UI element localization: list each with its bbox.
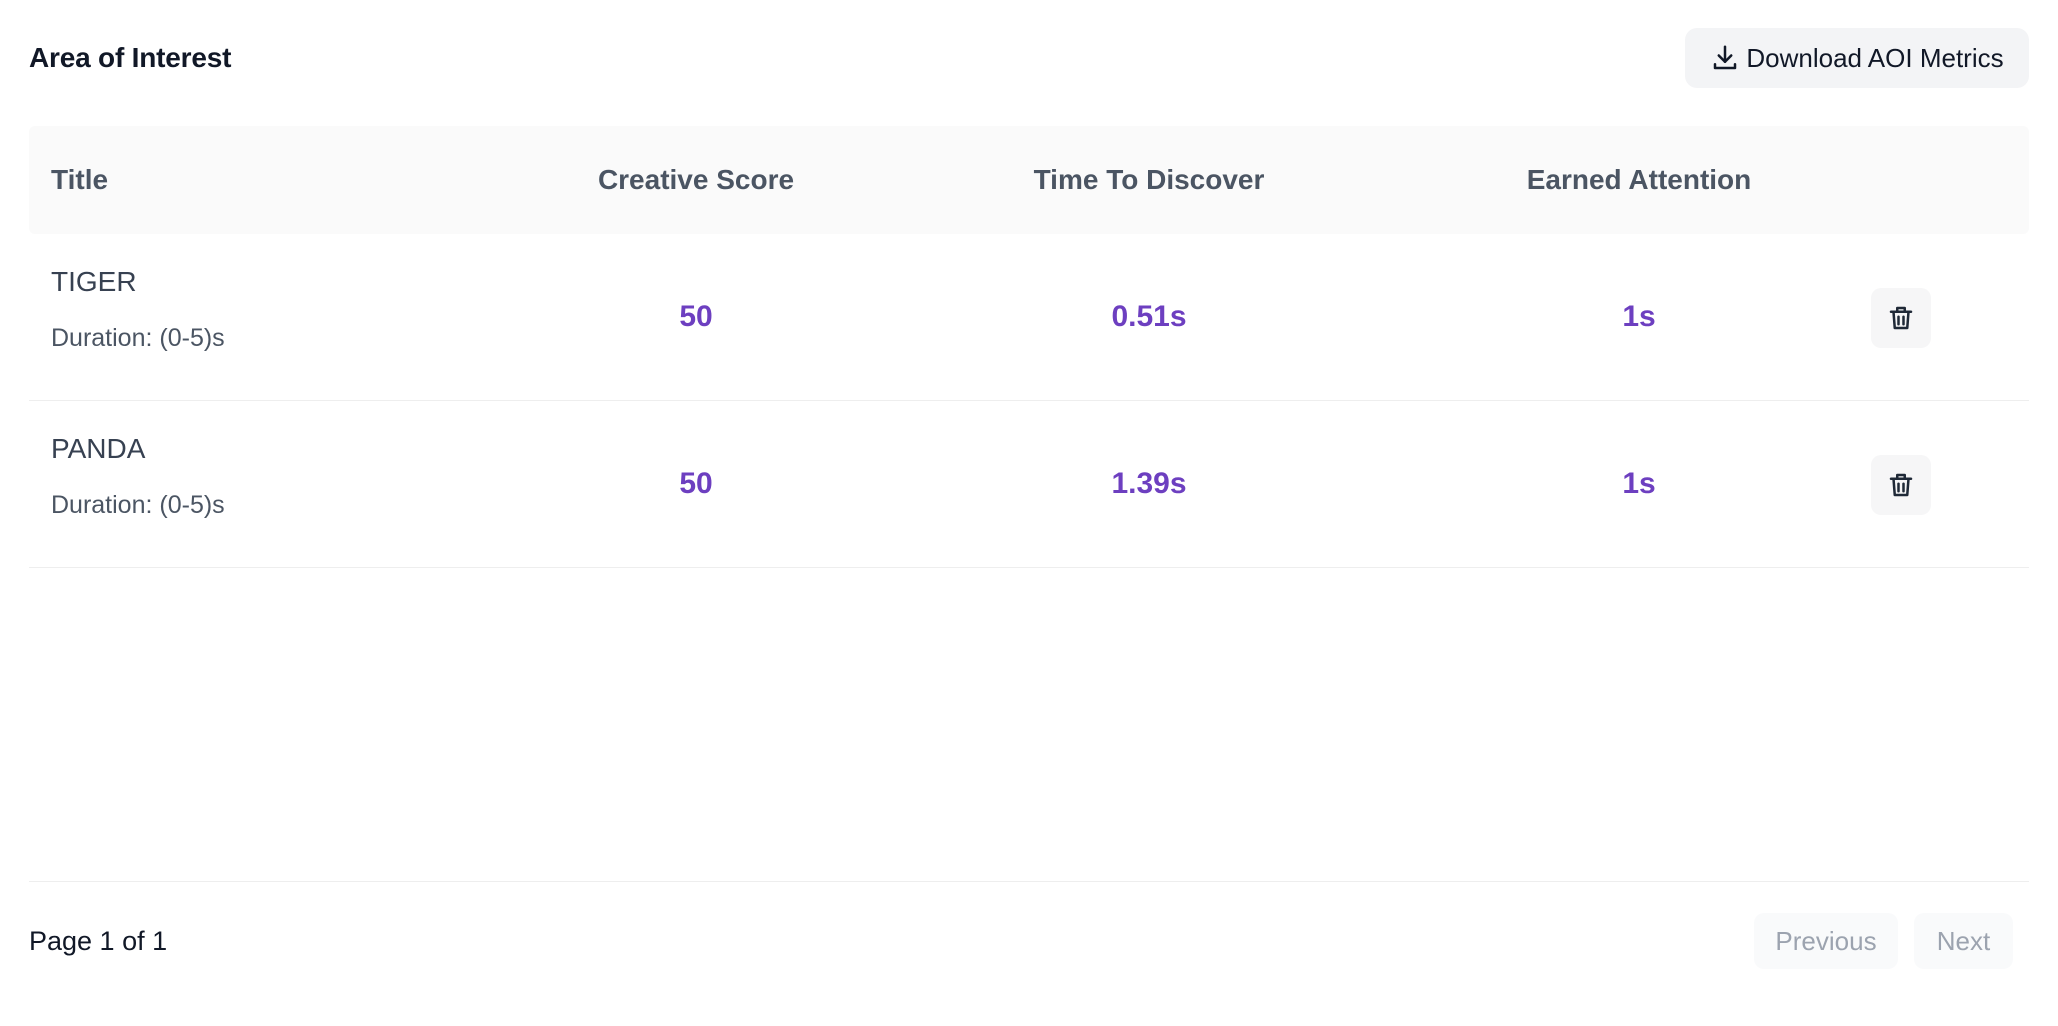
aoi-table: Title Creative Score Time To Discover Ea… — [29, 126, 2029, 568]
column-header-title: Title — [51, 164, 109, 195]
column-header-earned-attention: Earned Attention — [1526, 164, 1752, 195]
pagination-footer: Page 1 of 1 Previous Next — [29, 881, 2029, 1002]
row-title: PANDA — [51, 433, 146, 464]
time-to-discover-value: 0.51s — [1111, 300, 1187, 333]
page-title: Area of Interest — [29, 42, 232, 73]
page-indicator: Page 1 of 1 — [29, 926, 168, 956]
time-to-discover-value: 1.39s — [1111, 467, 1187, 500]
column-header-time-to-discover: Time To Discover — [1033, 164, 1265, 195]
download-icon — [1710, 43, 1740, 73]
table-row: TIGER Duration: (0-5)s 50 0.51s 1s — [29, 234, 2029, 401]
delete-row-button[interactable] — [1871, 288, 1931, 348]
download-aoi-metrics-button[interactable]: Download AOI Metrics — [1685, 28, 2029, 88]
column-header-creative-score: Creative Score — [597, 164, 795, 195]
aoi-panel: Area of Interest Download AOI Metrics Ti… — [29, 0, 2029, 1026]
trash-icon — [1886, 303, 1916, 333]
row-duration: Duration: (0-5)s — [51, 491, 225, 519]
row-title: TIGER — [51, 266, 137, 297]
previous-page-button[interactable]: Previous — [1754, 913, 1898, 969]
table-header: Title Creative Score Time To Discover Ea… — [29, 126, 2029, 234]
download-button-label: Download AOI Metrics — [1746, 42, 2004, 73]
row-duration: Duration: (0-5)s — [51, 324, 225, 352]
delete-row-button[interactable] — [1871, 455, 1931, 515]
earned-attention-value: 1s — [1622, 300, 1656, 333]
trash-icon — [1886, 470, 1916, 500]
panel-header: Area of Interest Download AOI Metrics — [29, 28, 2029, 88]
next-page-button[interactable]: Next — [1914, 913, 2013, 969]
table-row: PANDA Duration: (0-5)s 50 1.39s 1s — [29, 401, 2029, 568]
creative-score-value: 50 — [679, 467, 713, 500]
creative-score-value: 50 — [679, 300, 713, 333]
earned-attention-value: 1s — [1622, 467, 1656, 500]
